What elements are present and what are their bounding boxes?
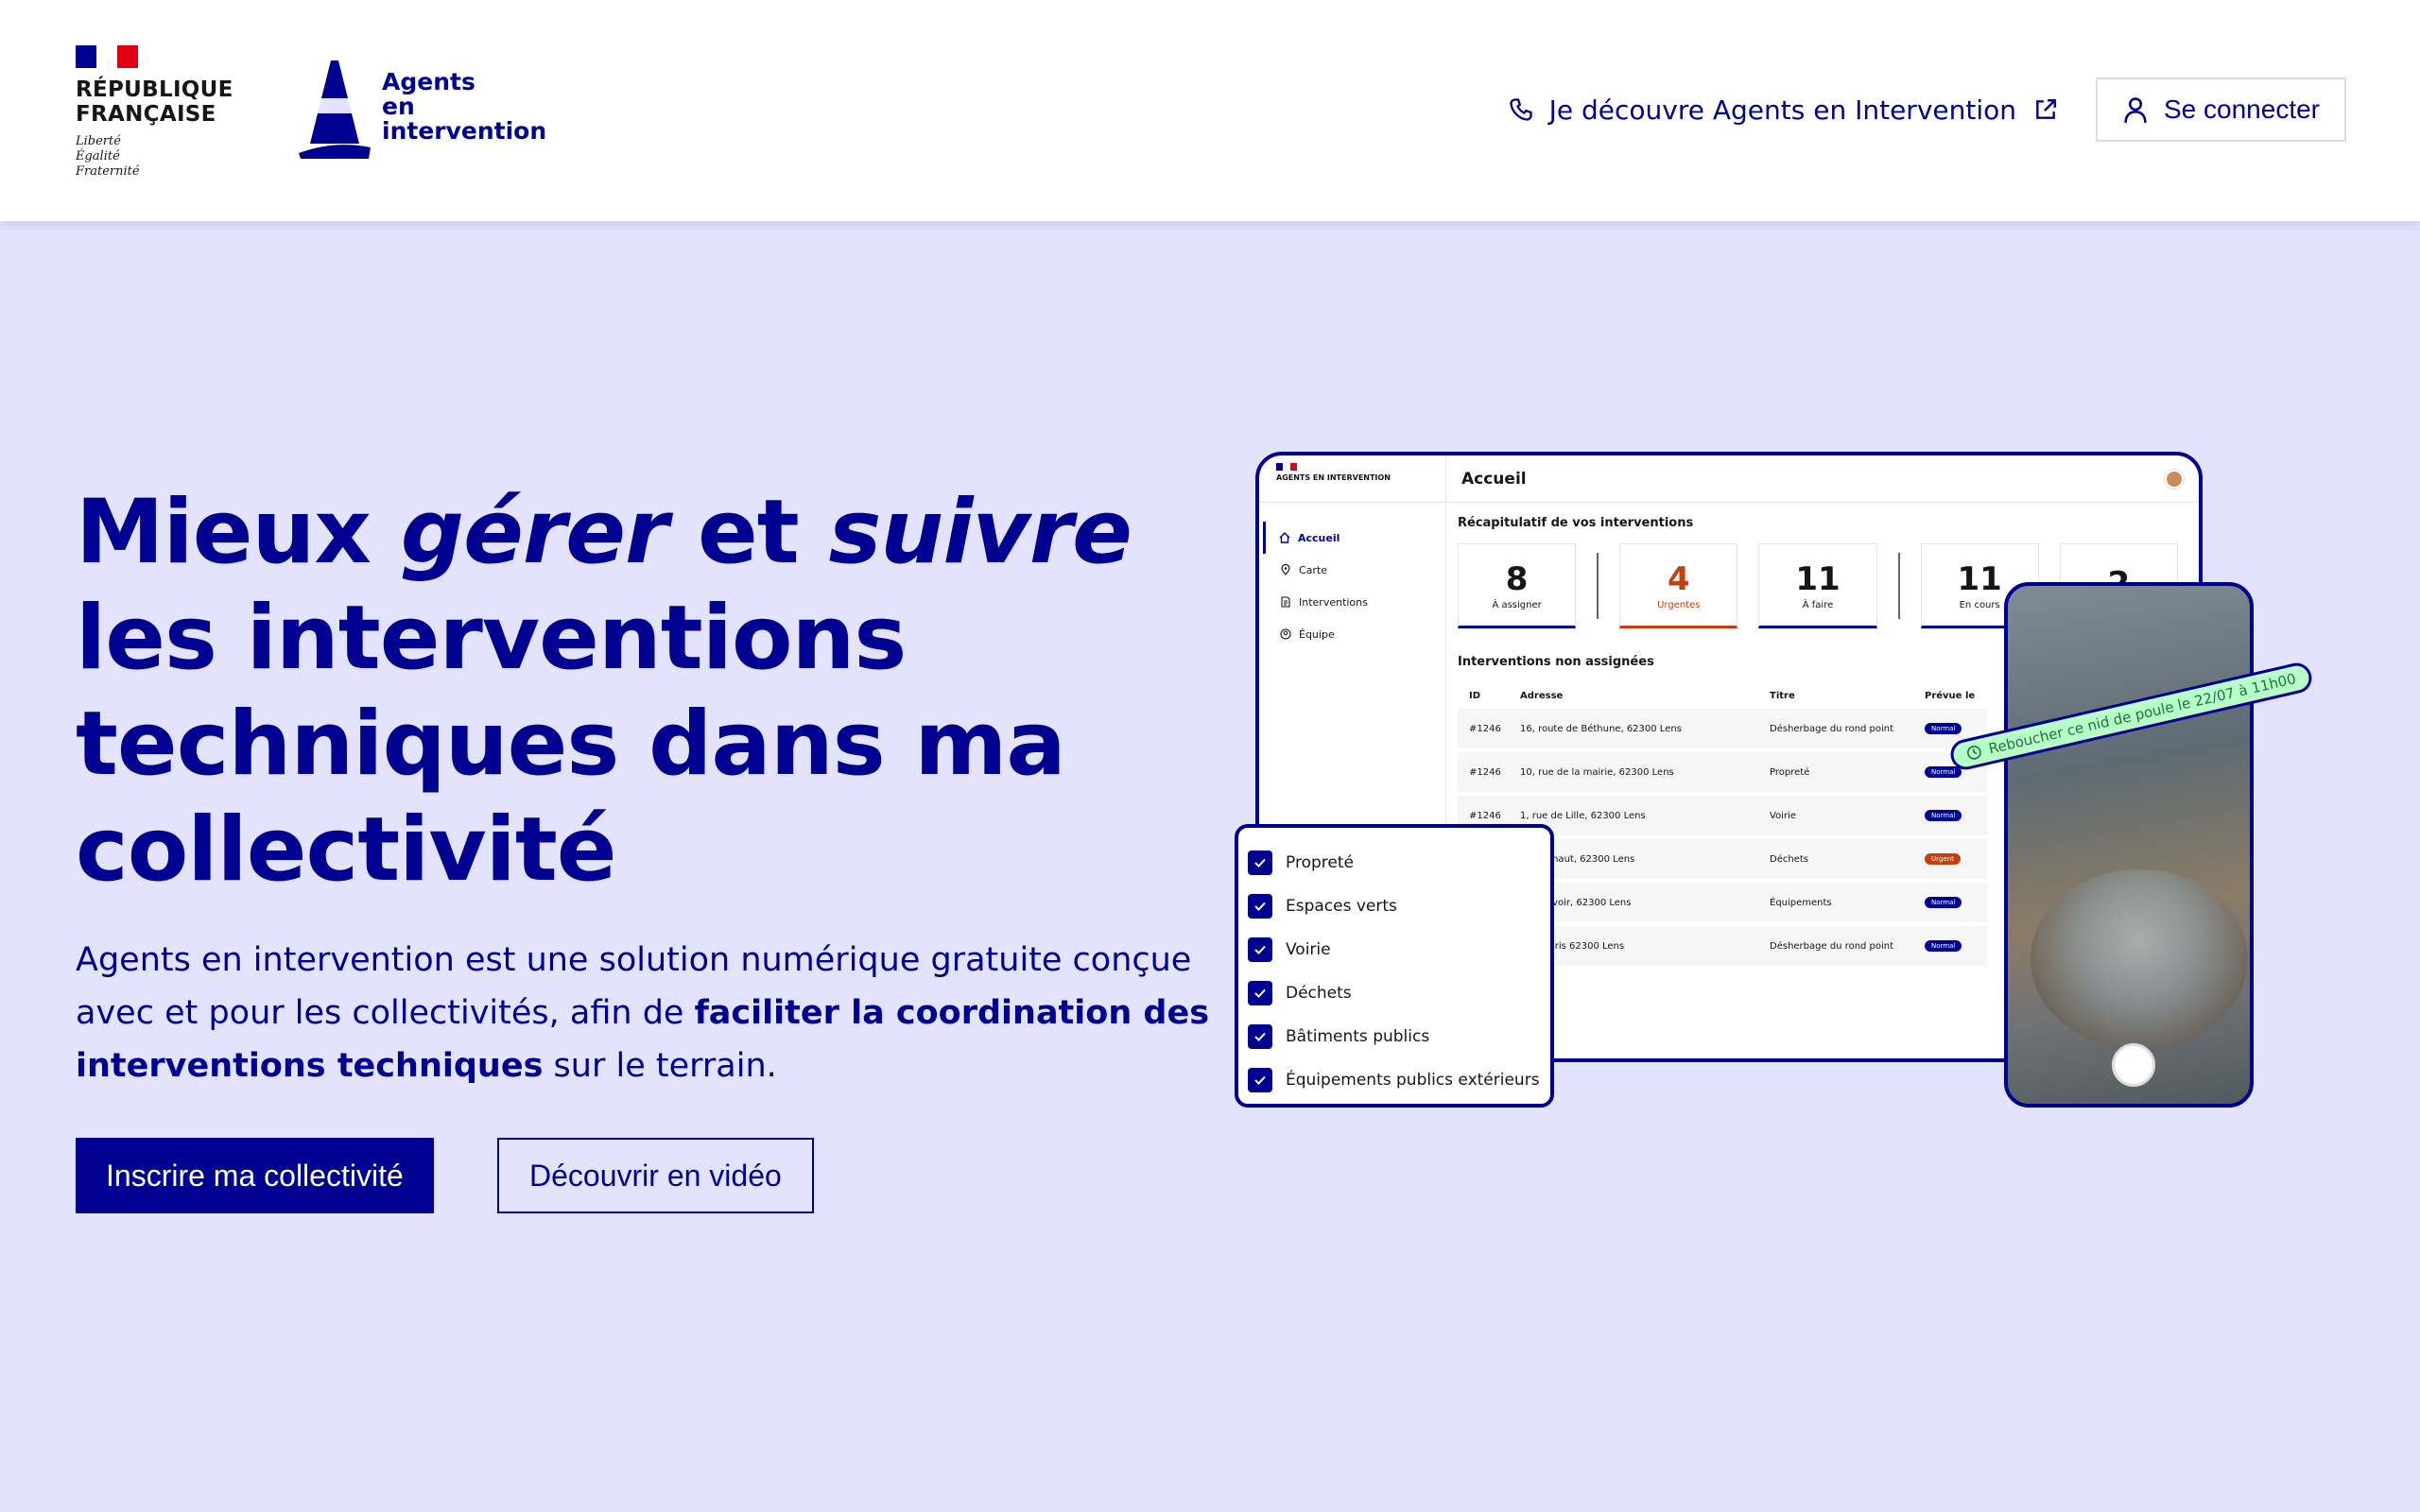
mockup-menu-item-interventions: Interventions xyxy=(1259,586,1445,618)
status-badge: Normal xyxy=(1925,810,1962,821)
mockup-topbar: Accueil xyxy=(1446,455,2199,503)
checkbox-checked-icon xyxy=(1248,1024,1272,1049)
status-badge: Urgent xyxy=(1925,853,1961,865)
mockup-menu-item-carte: Carte xyxy=(1259,554,1445,586)
checkbox-checked-icon xyxy=(1248,937,1272,962)
checkbox-checked-icon xyxy=(1248,894,1272,919)
table-row: #1246 16, route de Béthune, 62300 Lens Dés… xyxy=(1458,709,1987,748)
filter-checkbox: Déchets xyxy=(1248,971,1550,1015)
phone-icon xyxy=(1509,98,1532,121)
map-pin-icon xyxy=(1281,564,1290,576)
checkbox-checked-icon xyxy=(1248,1068,1272,1092)
summary-card: 8À assigner xyxy=(1458,543,1577,628)
site-header: RÉPUBLIQUE FRANÇAISE Liberté Égalité Fra… xyxy=(0,0,2420,221)
summary-card-urgent: 4 Urgentes xyxy=(1619,543,1738,628)
summary-card: 11 À faire xyxy=(1758,543,1877,628)
mockup-summary-title: Récapitulatif de vos interventions xyxy=(1458,516,1694,530)
home-icon xyxy=(1279,532,1290,543)
filter-checkbox: Propreté xyxy=(1248,841,1550,885)
french-flag-icon xyxy=(76,45,138,68)
category-filters-mockup: Propreté Espaces verts Voirie Déchets Bâ… xyxy=(1235,824,1554,1108)
hero-title: Mieux gérer et suivre les interventions t… xyxy=(76,481,1132,902)
watch-video-button[interactable]: Découvrir en vidéo xyxy=(497,1138,814,1213)
traffic-cone-icon xyxy=(299,60,371,159)
divider xyxy=(1897,553,1900,619)
camera-shutter-icon xyxy=(2112,1043,2155,1087)
clock-icon xyxy=(1967,746,1981,760)
header-nav: Je découvre Agents en Intervention Se co… xyxy=(1508,77,2346,142)
status-badge: Normal xyxy=(1925,766,1962,778)
status-badge: Normal xyxy=(1925,940,1962,952)
checkbox-checked-icon xyxy=(1248,981,1272,1005)
pothole-photo xyxy=(2031,869,2248,1049)
hero-description: Agents en intervention est une solution … xyxy=(76,941,1210,1085)
table-row: #1246 10, rue de la mairie, 62300 Lens Pro… xyxy=(1458,752,1987,792)
agents-en-intervention-logo[interactable]: Agents en intervention xyxy=(297,60,546,159)
filter-checkbox: Espaces verts xyxy=(1248,885,1550,928)
filter-checkbox: Équipements publics extérieurs xyxy=(1248,1058,1550,1102)
external-link-icon xyxy=(2036,99,2056,119)
mockup-logo: AGENTS EN INTERVENTION xyxy=(1259,455,1445,503)
mockup-menu: Accueil Carte Interventions Équipe xyxy=(1259,522,1445,650)
republic-name: RÉPUBLIQUE FRANÇAISE xyxy=(76,77,233,127)
phone-mockup xyxy=(2004,582,2254,1108)
avatar xyxy=(2165,469,2184,489)
login-button[interactable]: Se connecter xyxy=(2096,77,2346,142)
mockup-menu-item-accueil: Accueil xyxy=(1263,522,1445,554)
user-icon xyxy=(2124,97,2147,123)
republique-francaise-logo[interactable]: RÉPUBLIQUE FRANÇAISE Liberté Égalité Fra… xyxy=(76,45,233,180)
status-badge: Normal xyxy=(1925,897,1962,908)
register-collectivity-button[interactable]: Inscrire ma collectivité xyxy=(76,1138,434,1213)
republic-motto: Liberté Égalité Fraternité xyxy=(76,134,140,179)
table-header: ID Adresse Titre Prévue le xyxy=(1469,690,1976,701)
brand-name: Agents en intervention xyxy=(382,68,547,145)
status-badge: Normal xyxy=(1925,723,1962,734)
french-flag-icon xyxy=(1276,463,1297,471)
mockup-menu-item-equipe: Équipe xyxy=(1259,618,1445,650)
discover-link[interactable]: Je découvre Agents en Intervention xyxy=(1508,94,2058,126)
discover-link-label: Je découvre Agents en Intervention xyxy=(1548,94,2016,126)
login-button-label: Se connecter xyxy=(2164,94,2320,124)
mockup-page-title: Accueil xyxy=(1461,469,1527,489)
filter-checkbox: Bâtiments publics xyxy=(1248,1015,1550,1058)
checkbox-checked-icon xyxy=(1248,850,1272,875)
document-icon xyxy=(1281,596,1290,608)
filter-checkbox: Voirie xyxy=(1248,928,1550,971)
divider xyxy=(1597,553,1599,619)
team-icon xyxy=(1280,628,1291,640)
